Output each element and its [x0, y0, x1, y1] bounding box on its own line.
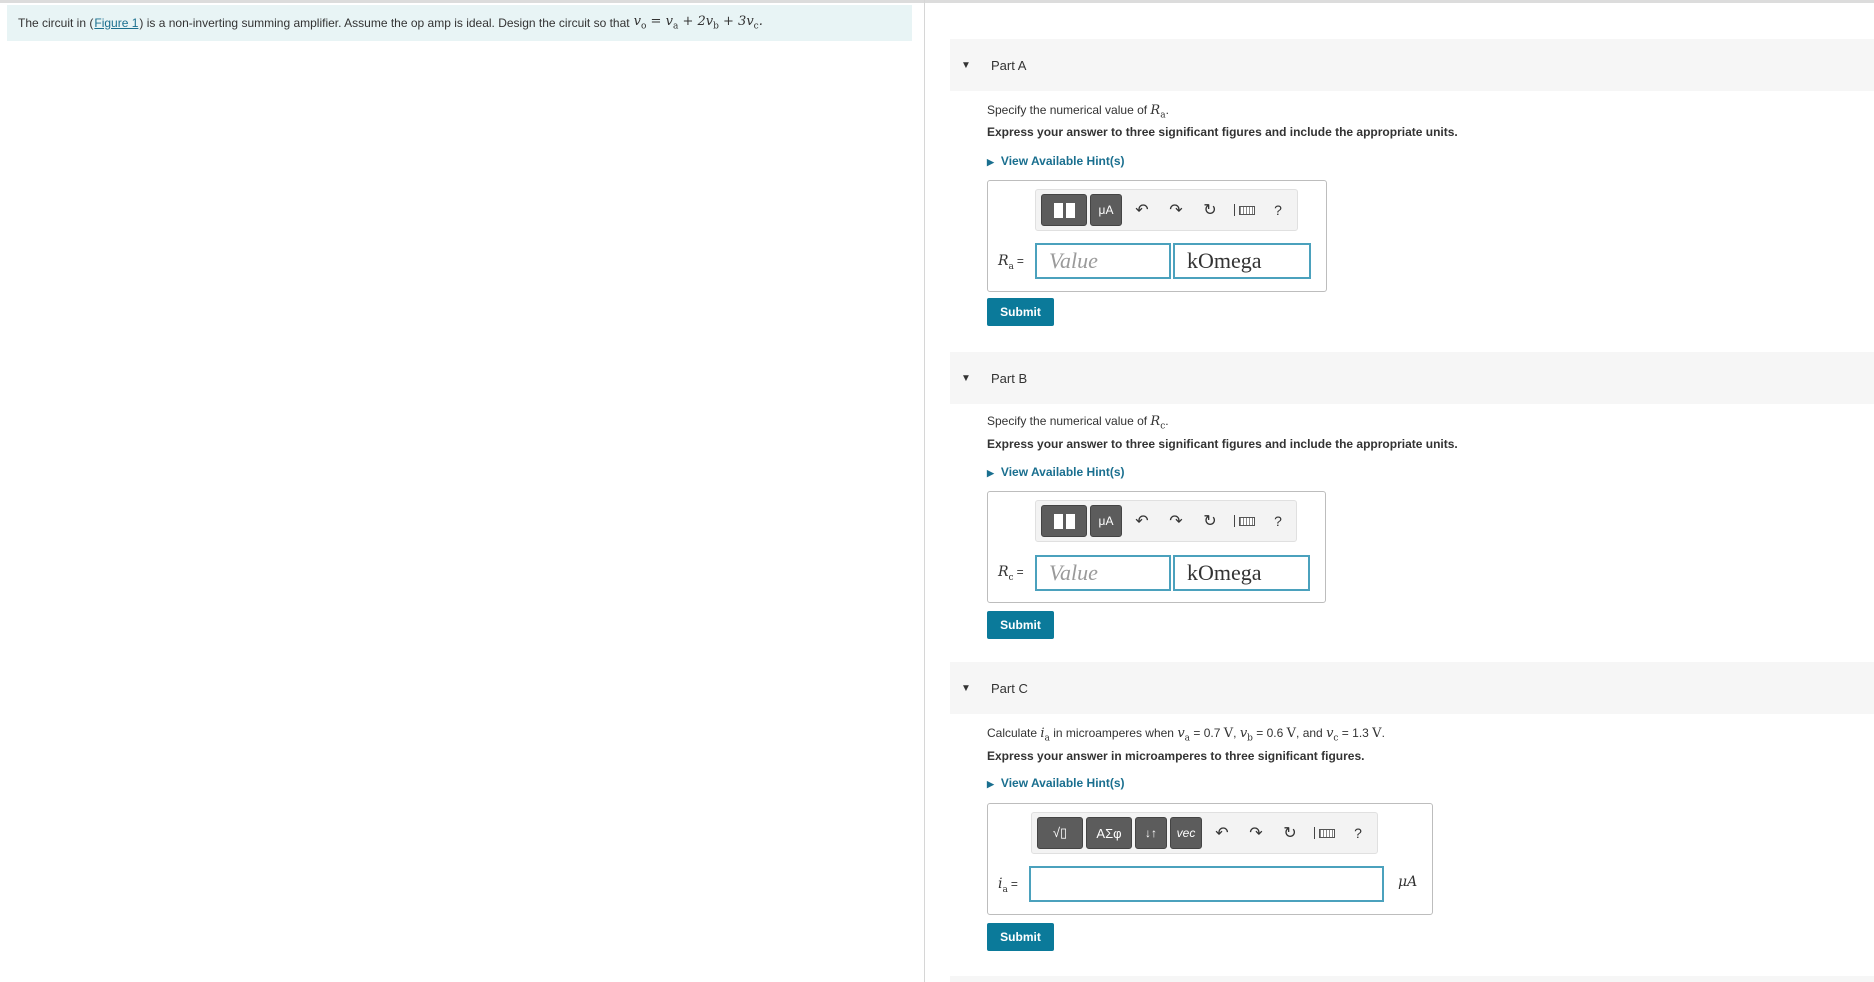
- hint-caret-icon: ▶: [987, 468, 994, 478]
- part-b-hint-link[interactable]: ▶ View Available Hint(s): [987, 465, 1125, 479]
- part-a-value-input[interactable]: [1035, 243, 1171, 279]
- part-c-submit-button[interactable]: Submit: [987, 923, 1054, 951]
- redo-icon[interactable]: ↷: [1159, 506, 1193, 536]
- part-c-toolbar: √▯ ΑΣφ ↓↑ vec ↶ ↷ ↻ ?: [1031, 812, 1378, 854]
- help-icon[interactable]: ?: [1261, 195, 1295, 225]
- part-b-value-input[interactable]: [1035, 555, 1171, 591]
- part-c-answer-input[interactable]: [1029, 866, 1384, 902]
- redo-icon[interactable]: ↷: [1159, 195, 1193, 225]
- templates-button[interactable]: √▯: [1037, 817, 1083, 849]
- part-b-toolbar: μA ↶ ↷ ↻ ?: [1035, 500, 1297, 542]
- help-icon[interactable]: ?: [1341, 818, 1375, 848]
- greek-symbols-button[interactable]: ΑΣφ: [1086, 817, 1132, 849]
- undo-icon[interactable]: ↶: [1205, 818, 1239, 848]
- keyboard-icon[interactable]: [1227, 506, 1261, 536]
- keyboard-icon[interactable]: [1227, 195, 1261, 225]
- reset-icon[interactable]: ↻: [1273, 818, 1307, 848]
- problem-intro: The circuit in (Figure 1) is a non-inver…: [7, 5, 912, 41]
- part-a-answer-box: μA ↶ ↷ ↻ ? Ra =: [987, 180, 1327, 292]
- reset-icon[interactable]: ↻: [1193, 506, 1227, 536]
- part-a-toolbar: μA ↶ ↷ ↻ ?: [1035, 189, 1298, 231]
- part-b-unit-input[interactable]: [1173, 555, 1310, 591]
- templates-button[interactable]: [1041, 194, 1087, 226]
- arrows-button[interactable]: ↓↑: [1135, 817, 1167, 849]
- next-part-strip: [950, 976, 1874, 982]
- intro-text-after: ) is a non-inverting summing amplifier. …: [139, 16, 630, 30]
- part-b-submit-button[interactable]: Submit: [987, 611, 1054, 639]
- part-a-hint-link[interactable]: ▶ View Available Hint(s): [987, 154, 1125, 168]
- undo-icon[interactable]: ↶: [1125, 506, 1159, 536]
- part-c-prompt: Calculate ia in microamperes when va = 0…: [987, 726, 1385, 744]
- part-b-variable-label: Rc =: [998, 564, 1024, 583]
- part-c-hint-link[interactable]: ▶ View Available Hint(s): [987, 776, 1125, 790]
- part-a-prompt: Specify the numerical value of Ra.: [987, 103, 1169, 121]
- part-a-variable-label: Ra =: [998, 253, 1024, 272]
- units-button[interactable]: μA: [1090, 505, 1122, 537]
- part-c-header[interactable]: ▼ Part C: [950, 662, 1874, 714]
- part-a-instruction: Express your answer to three significant…: [987, 125, 1458, 139]
- units-button[interactable]: μA: [1090, 194, 1122, 226]
- part-a-unit-input[interactable]: [1173, 243, 1311, 279]
- panel-divider: [924, 0, 925, 982]
- top-rule: [0, 0, 1874, 3]
- intro-equation: vo = va + 2vb + 3vc.: [633, 14, 763, 32]
- keyboard-icon[interactable]: [1307, 818, 1341, 848]
- part-a-title: Part A: [991, 57, 1027, 73]
- collapse-caret-icon: ▼: [961, 372, 971, 384]
- part-c-title: Part C: [991, 680, 1028, 696]
- templates-button[interactable]: [1041, 505, 1087, 537]
- reset-icon[interactable]: ↻: [1193, 195, 1227, 225]
- part-c-answer-box: √▯ ΑΣφ ↓↑ vec ↶ ↷ ↻ ? ia = μA: [987, 803, 1433, 915]
- part-b-instruction: Express your answer to three significant…: [987, 437, 1458, 451]
- part-c-variable-label: ia =: [998, 876, 1018, 895]
- collapse-caret-icon: ▼: [961, 59, 971, 71]
- part-b-prompt: Specify the numerical value of Rc.: [987, 414, 1169, 432]
- collapse-caret-icon: ▼: [961, 682, 971, 694]
- part-c-unit-label: μA: [1398, 874, 1418, 890]
- part-b-title: Part B: [991, 370, 1028, 386]
- hint-caret-icon: ▶: [987, 779, 994, 789]
- hint-caret-icon: ▶: [987, 157, 994, 167]
- part-a-submit-button[interactable]: Submit: [987, 298, 1054, 326]
- intro-text-before: The circuit in (: [18, 16, 94, 30]
- part-b-header[interactable]: ▼ Part B: [950, 352, 1874, 404]
- figure-link[interactable]: Figure 1: [94, 16, 138, 30]
- help-icon[interactable]: ?: [1261, 506, 1295, 536]
- part-a-header[interactable]: ▼ Part A: [950, 39, 1874, 91]
- part-b-answer-box: μA ↶ ↷ ↻ ? Rc =: [987, 491, 1326, 603]
- undo-icon[interactable]: ↶: [1125, 195, 1159, 225]
- part-c-instruction: Express your answer in microamperes to t…: [987, 749, 1365, 763]
- redo-icon[interactable]: ↷: [1239, 818, 1273, 848]
- vector-button[interactable]: vec: [1170, 817, 1202, 849]
